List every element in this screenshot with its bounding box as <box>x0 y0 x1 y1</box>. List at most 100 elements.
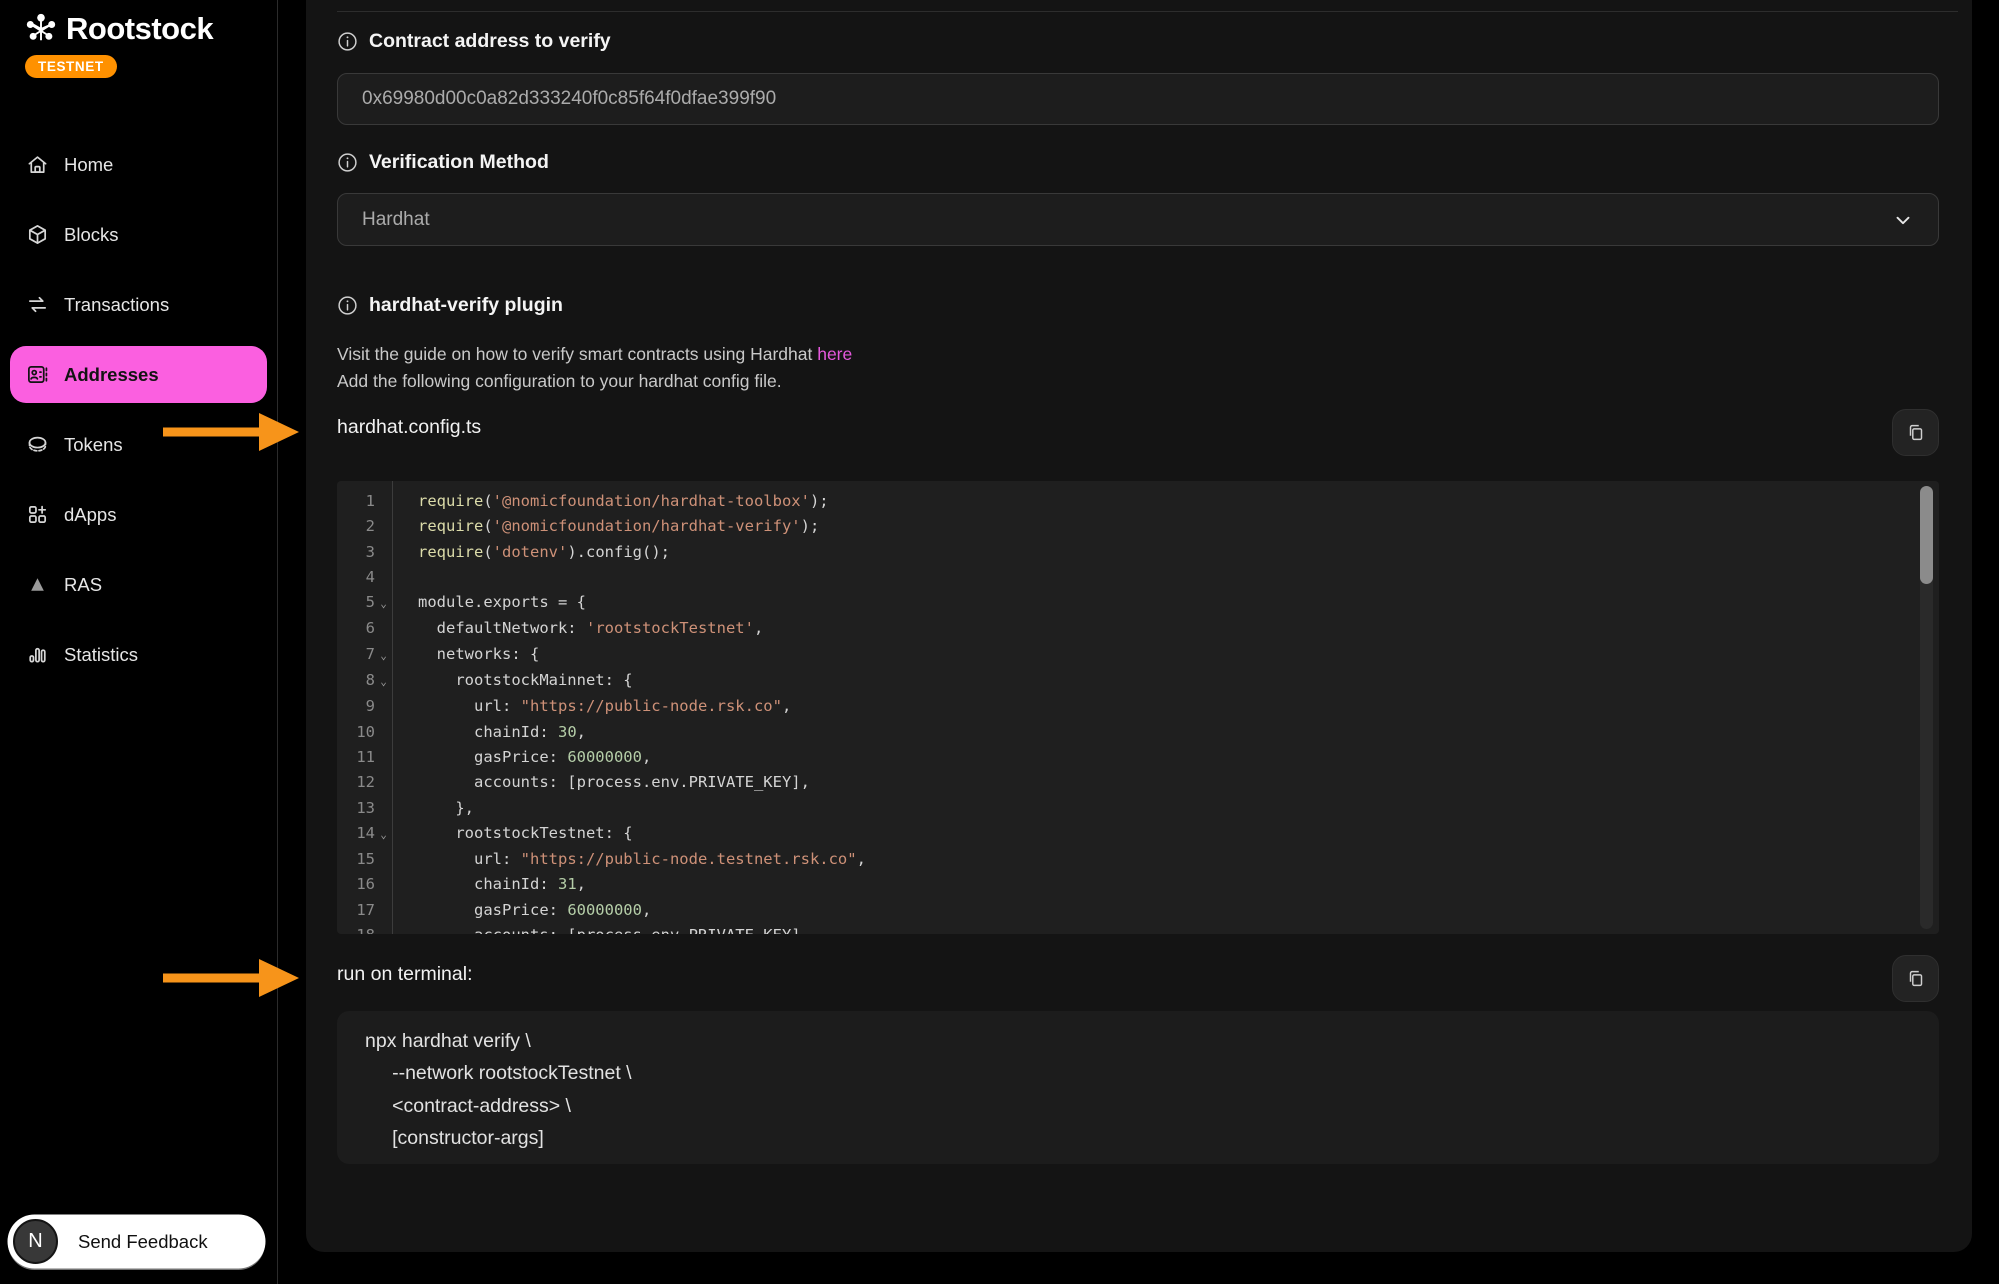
fold-chevron-icon[interactable]: ⌄ <box>375 669 392 694</box>
code-line: 18 accounts: [process.env.PRIVATE_KEY], <box>337 923 1939 934</box>
code-text: url: "https://public-node.testnet.rsk.co… <box>392 847 866 872</box>
info-icon[interactable] <box>337 152 358 173</box>
code-text: url: "https://public-node.rsk.co", <box>392 694 791 719</box>
plugin-title-row: hardhat-verify plugin <box>337 294 563 317</box>
sidebar: Rootstock TESTNET HomeBlocksTransactions… <box>0 0 278 1284</box>
chevron-down-icon <box>1892 209 1914 231</box>
code-line: 9 url: "https://public-node.rsk.co", <box>337 694 1939 719</box>
line-number: 7 <box>337 642 375 667</box>
rootstock-logo[interactable]: Rootstock <box>23 11 213 47</box>
plugin-description: Visit the guide on how to verify smart c… <box>337 341 852 395</box>
code-line: 6 defaultNetwork: 'rootstockTestnet', <box>337 616 1939 641</box>
terminal-line: npx hardhat verify \ <box>365 1025 1939 1057</box>
dapps-icon <box>26 503 49 526</box>
fold-chevron-icon[interactable]: ⌄ <box>375 822 392 847</box>
sidebar-item-statistics[interactable]: Statistics <box>10 626 267 683</box>
line-number: 13 <box>337 796 375 821</box>
info-icon[interactable] <box>337 295 358 316</box>
line-number: 1 <box>337 489 375 514</box>
rootstock-logo-icon <box>23 11 59 47</box>
line-number: 17 <box>337 898 375 923</box>
code-text: rootstockTestnet: { <box>392 821 633 846</box>
code-line: 11 gasPrice: 60000000, <box>337 745 1939 770</box>
sidebar-item-label: Transactions <box>64 294 169 316</box>
terminal-command-block: npx hardhat verify \ --network rootstock… <box>337 1011 1939 1164</box>
sidebar-item-label: RAS <box>64 574 102 596</box>
line-number: 16 <box>337 872 375 897</box>
code-text: accounts: [process.env.PRIVATE_KEY], <box>392 770 810 795</box>
line-number: 11 <box>337 745 375 770</box>
sidebar-item-label: Statistics <box>64 644 138 666</box>
contract-address-input[interactable] <box>337 73 1939 125</box>
code-line: 16 chainId: 31, <box>337 872 1939 897</box>
sidebar-item-ras[interactable]: RAS <box>10 556 267 613</box>
code-line: 5⌄module.exports = { <box>337 590 1939 616</box>
sidebar-item-home[interactable]: Home <box>10 136 267 193</box>
contract-address-label: Contract address to verify <box>369 30 611 53</box>
sidebar-item-blocks[interactable]: Blocks <box>10 206 267 263</box>
code-text <box>392 565 427 590</box>
contract-address-label-row: Contract address to verify <box>337 30 611 53</box>
code-scrollbar-track[interactable] <box>1920 486 1933 929</box>
send-feedback-button[interactable]: N Send Feedback <box>9 1216 264 1267</box>
code-line: 8⌄ rootstockMainnet: { <box>337 668 1939 694</box>
code-scrollbar-thumb[interactable] <box>1920 486 1933 584</box>
verification-method-select[interactable]: Hardhat <box>337 193 1939 246</box>
line-number: 10 <box>337 720 375 745</box>
terminal-line: --network rootstockTestnet \ <box>365 1057 1939 1089</box>
fold-chevron-icon[interactable]: ⌄ <box>375 643 392 668</box>
verification-method-label: Verification Method <box>369 151 549 174</box>
blocks-icon <box>26 223 49 246</box>
code-text: require('@nomicfoundation/hardhat-verify… <box>392 514 819 539</box>
code-line: 4 <box>337 565 1939 590</box>
code-line: 7⌄ networks: { <box>337 642 1939 668</box>
code-line: 3require('dotenv').config(); <box>337 540 1939 565</box>
fold-chevron-icon[interactable]: ⌄ <box>375 591 392 616</box>
code-text: defaultNetwork: 'rootstockTestnet', <box>392 616 763 641</box>
code-text: chainId: 31, <box>392 872 586 897</box>
code-text: require('@nomicfoundation/hardhat-toolbo… <box>392 489 829 514</box>
line-number: 5 <box>337 590 375 615</box>
transactions-icon <box>26 293 49 316</box>
config-file-title: hardhat.config.ts <box>337 416 481 439</box>
line-number: 18 <box>337 923 375 934</box>
sidebar-item-label: Home <box>64 154 113 176</box>
code-text: chainId: 30, <box>392 720 586 745</box>
copy-config-button[interactable] <box>1892 409 1939 456</box>
code-line: 17 gasPrice: 60000000, <box>337 898 1939 923</box>
code-text: require('dotenv').config(); <box>392 540 670 565</box>
code-text: }, <box>392 796 474 821</box>
sidebar-item-addresses[interactable]: Addresses <box>10 346 267 403</box>
sidebar-item-label: dApps <box>64 504 116 526</box>
code-text: rootstockMainnet: { <box>392 668 633 693</box>
tokens-icon <box>26 433 49 456</box>
sidebar-item-transactions[interactable]: Transactions <box>10 276 267 333</box>
code-text: gasPrice: 60000000, <box>392 898 651 923</box>
addresses-icon <box>26 363 49 386</box>
copy-terminal-command-button[interactable] <box>1892 955 1939 1002</box>
terminal-title: run on terminal: <box>337 963 472 986</box>
verification-method-value: Hardhat <box>362 209 430 231</box>
sidebar-item-tokens[interactable]: Tokens <box>10 416 267 473</box>
ras-icon <box>26 573 49 596</box>
hardhat-config-code-block: 1 require('@nomicfoundation/hardhat-toolb… <box>337 481 1939 934</box>
code-lines: 1 require('@nomicfoundation/hardhat-toolb… <box>337 489 1939 934</box>
code-line: 13 }, <box>337 796 1939 821</box>
statistics-icon <box>26 643 49 666</box>
guide-here-link[interactable]: here <box>817 344 852 364</box>
feedback-label: Send Feedback <box>78 1231 208 1253</box>
info-icon[interactable] <box>337 31 358 52</box>
code-line: 2require('@nomicfoundation/hardhat-verif… <box>337 514 1939 539</box>
line-number: 9 <box>337 694 375 719</box>
feedback-avatar: N <box>13 1219 58 1264</box>
home-icon <box>26 153 49 176</box>
sidebar-item-label: Tokens <box>64 434 123 456</box>
line-number: 14 <box>337 821 375 846</box>
code-line: 14⌄ rootstockTestnet: { <box>337 821 1939 847</box>
sidebar-item-dapps[interactable]: dApps <box>10 486 267 543</box>
top-divider <box>337 11 1958 12</box>
line-number: 8 <box>337 668 375 693</box>
terminal-line: <contract-address> \ <box>365 1090 1939 1122</box>
line-number: 6 <box>337 616 375 641</box>
code-line: 12 accounts: [process.env.PRIVATE_KEY], <box>337 770 1939 795</box>
